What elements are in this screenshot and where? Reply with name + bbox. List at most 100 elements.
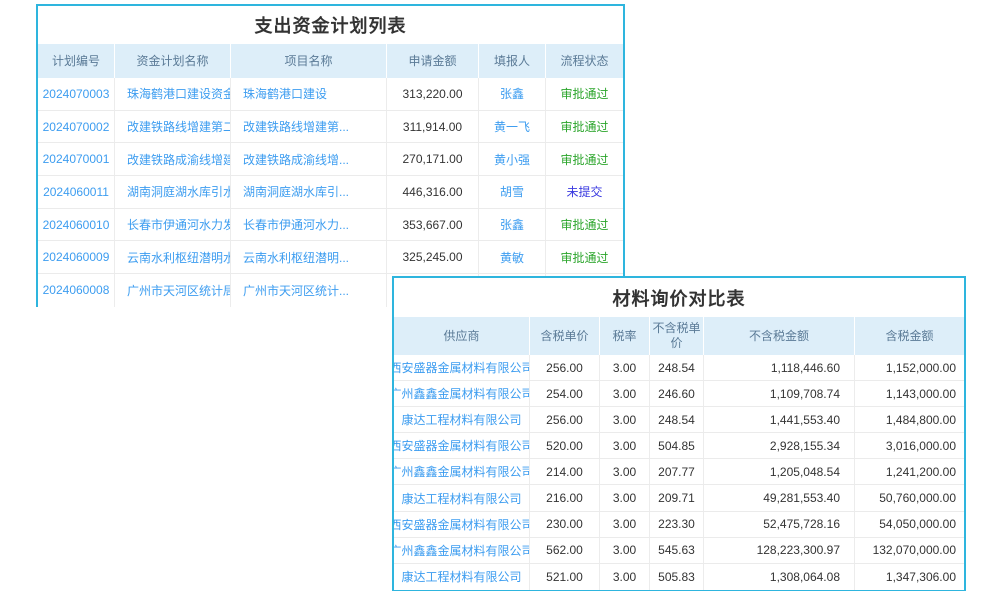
unit-price-tax: 256.00 xyxy=(529,407,599,432)
table-row: 广州鑫鑫金属材料有限公司 214.00 3.00 207.77 1,205,04… xyxy=(394,459,964,485)
tax-rate: 3.00 xyxy=(599,564,649,590)
amount-no-tax: 128,223,300.97 xyxy=(703,538,854,563)
material-inquiry-table: 材料询价对比表 供应商 含税单价 税率 不含税单价 不含税金额 含税金额 西安盛… xyxy=(392,276,966,591)
amount-no-tax: 1,118,446.60 xyxy=(703,355,854,380)
tax-rate: 3.00 xyxy=(599,485,649,510)
flow-status: 审批通过 xyxy=(545,241,623,273)
unit-price-no-tax: 545.63 xyxy=(649,538,703,563)
apply-amount: 313,220.00 xyxy=(386,78,478,110)
unit-price-tax: 521.00 xyxy=(529,564,599,590)
apply-amount: 353,667.00 xyxy=(386,209,478,241)
unit-price-tax: 562.00 xyxy=(529,538,599,563)
amount-tax: 132,070,000.00 xyxy=(854,538,964,563)
unit-price-tax: 216.00 xyxy=(529,485,599,510)
plan-no-link[interactable]: 2024060010 xyxy=(38,209,114,241)
amount-tax: 1,143,000.00 xyxy=(854,381,964,406)
unit-price-tax: 256.00 xyxy=(529,355,599,380)
amount-no-tax: 1,441,553.40 xyxy=(703,407,854,432)
expenditure-plan-table-title: 支出资金计划列表 xyxy=(38,6,623,44)
table-row: 2024060010 长春市伊通河水力发... 长春市伊通河水力... 353,… xyxy=(38,209,623,242)
amount-no-tax: 1,205,048.54 xyxy=(703,459,854,484)
reporter-link[interactable]: 张鑫 xyxy=(478,209,545,241)
col-header-supplier: 供应商 xyxy=(394,317,529,355)
amount-tax: 1,241,200.00 xyxy=(854,459,964,484)
unit-price-no-tax: 248.54 xyxy=(649,407,703,432)
supplier-link[interactable]: 广州鑫鑫金属材料有限公司 xyxy=(394,459,529,484)
tax-rate: 3.00 xyxy=(599,512,649,537)
amount-tax: 1,347,306.00 xyxy=(854,564,964,590)
unit-price-no-tax: 209.71 xyxy=(649,485,703,510)
table-row: 康达工程材料有限公司 256.00 3.00 248.54 1,441,553.… xyxy=(394,407,964,433)
unit-price-no-tax: 504.85 xyxy=(649,433,703,458)
amount-tax: 3,016,000.00 xyxy=(854,433,964,458)
fund-plan-name-link[interactable]: 珠海鹤港口建设资金... xyxy=(114,78,230,110)
flow-status: 审批通过 xyxy=(545,209,623,241)
supplier-link[interactable]: 西安盛器金属材料有限公司 xyxy=(394,355,529,380)
reporter-link[interactable]: 胡雪 xyxy=(478,176,545,208)
table-row: 2024070002 改建铁路线增建第二... 改建铁路线增建第... 311,… xyxy=(38,111,623,144)
reporter-link[interactable]: 黄敏 xyxy=(478,241,545,273)
reporter-link[interactable]: 黄一飞 xyxy=(478,111,545,143)
table-row: 2024070001 改建铁路成渝线增建... 改建铁路成渝线增... 270,… xyxy=(38,143,623,176)
col-header-tax-rate: 税率 xyxy=(599,317,649,355)
amount-no-tax: 1,109,708.74 xyxy=(703,381,854,406)
tax-rate: 3.00 xyxy=(599,459,649,484)
tax-rate: 3.00 xyxy=(599,355,649,380)
supplier-link[interactable]: 广州鑫鑫金属材料有限公司 xyxy=(394,381,529,406)
fund-plan-name-link[interactable]: 长春市伊通河水力发... xyxy=(114,209,230,241)
apply-amount: 270,171.00 xyxy=(386,143,478,175)
unit-price-tax: 214.00 xyxy=(529,459,599,484)
table-row: 广州鑫鑫金属材料有限公司 254.00 3.00 246.60 1,109,70… xyxy=(394,381,964,407)
table-row: 西安盛器金属材料有限公司 230.00 3.00 223.30 52,475,7… xyxy=(394,512,964,538)
reporter-link[interactable]: 张鑫 xyxy=(478,78,545,110)
supplier-link[interactable]: 康达工程材料有限公司 xyxy=(394,407,529,432)
plan-no-link[interactable]: 2024070001 xyxy=(38,143,114,175)
plan-no-link[interactable]: 2024070002 xyxy=(38,111,114,143)
supplier-link[interactable]: 康达工程材料有限公司 xyxy=(394,485,529,510)
unit-price-no-tax: 505.83 xyxy=(649,564,703,590)
table-row: 康达工程材料有限公司 216.00 3.00 209.71 49,281,553… xyxy=(394,485,964,511)
tax-rate: 3.00 xyxy=(599,433,649,458)
fund-plan-name-link[interactable]: 湖南洞庭湖水库引水... xyxy=(114,176,230,208)
fund-plan-name-link[interactable]: 云南水利枢纽潜明水... xyxy=(114,241,230,273)
project-name-link[interactable]: 改建铁路成渝线增... xyxy=(230,143,386,175)
tax-rate: 3.00 xyxy=(599,538,649,563)
page: 支出资金计划列表 计划编号 资金计划名称 项目名称 申请金额 填报人 流程状态 … xyxy=(0,0,1000,600)
flow-status: 审批通过 xyxy=(545,143,623,175)
table-row: 西安盛器金属材料有限公司 256.00 3.00 248.54 1,118,44… xyxy=(394,355,964,381)
supplier-link[interactable]: 西安盛器金属材料有限公司 xyxy=(394,512,529,537)
project-name-link[interactable]: 改建铁路线增建第... xyxy=(230,111,386,143)
project-name-link[interactable]: 长春市伊通河水力... xyxy=(230,209,386,241)
supplier-link[interactable]: 西安盛器金属材料有限公司 xyxy=(394,433,529,458)
supplier-link[interactable]: 广州鑫鑫金属材料有限公司 xyxy=(394,538,529,563)
flow-status: 审批通过 xyxy=(545,111,623,143)
unit-price-no-tax: 248.54 xyxy=(649,355,703,380)
reporter-link[interactable]: 黄小强 xyxy=(478,143,545,175)
fund-plan-name-link[interactable]: 改建铁路线增建第二... xyxy=(114,111,230,143)
col-header-unit-price-tax: 含税单价 xyxy=(529,317,599,355)
col-header-apply-amount: 申请金额 xyxy=(386,44,478,78)
fund-plan-name-link[interactable]: 改建铁路成渝线增建... xyxy=(114,143,230,175)
amount-tax: 1,484,800.00 xyxy=(854,407,964,432)
unit-price-no-tax: 223.30 xyxy=(649,512,703,537)
unit-price-no-tax: 246.60 xyxy=(649,381,703,406)
material-inquiry-header-row: 供应商 含税单价 税率 不含税单价 不含税金额 含税金额 xyxy=(394,317,964,355)
plan-no-link[interactable]: 2024060011 xyxy=(38,176,114,208)
plan-no-link[interactable]: 2024070003 xyxy=(38,78,114,110)
project-name-link[interactable]: 珠海鹤港口建设 xyxy=(230,78,386,110)
amount-no-tax: 52,475,728.16 xyxy=(703,512,854,537)
plan-no-link[interactable]: 2024060008 xyxy=(38,274,114,307)
plan-no-link[interactable]: 2024060009 xyxy=(38,241,114,273)
project-name-link[interactable]: 广州市天河区统计... xyxy=(230,274,386,307)
project-name-link[interactable]: 湖南洞庭湖水库引... xyxy=(230,176,386,208)
table-row: 西安盛器金属材料有限公司 520.00 3.00 504.85 2,928,15… xyxy=(394,433,964,459)
supplier-link[interactable]: 康达工程材料有限公司 xyxy=(394,564,529,590)
apply-amount: 325,245.00 xyxy=(386,241,478,273)
flow-status: 未提交 xyxy=(545,176,623,208)
amount-no-tax: 2,928,155.34 xyxy=(703,433,854,458)
project-name-link[interactable]: 云南水利枢纽潜明... xyxy=(230,241,386,273)
table-row: 2024070003 珠海鹤港口建设资金... 珠海鹤港口建设 313,220.… xyxy=(38,78,623,111)
amount-no-tax: 49,281,553.40 xyxy=(703,485,854,510)
fund-plan-name-link[interactable]: 广州市天河区统计局... xyxy=(114,274,230,307)
material-inquiry-table-title: 材料询价对比表 xyxy=(394,278,964,317)
